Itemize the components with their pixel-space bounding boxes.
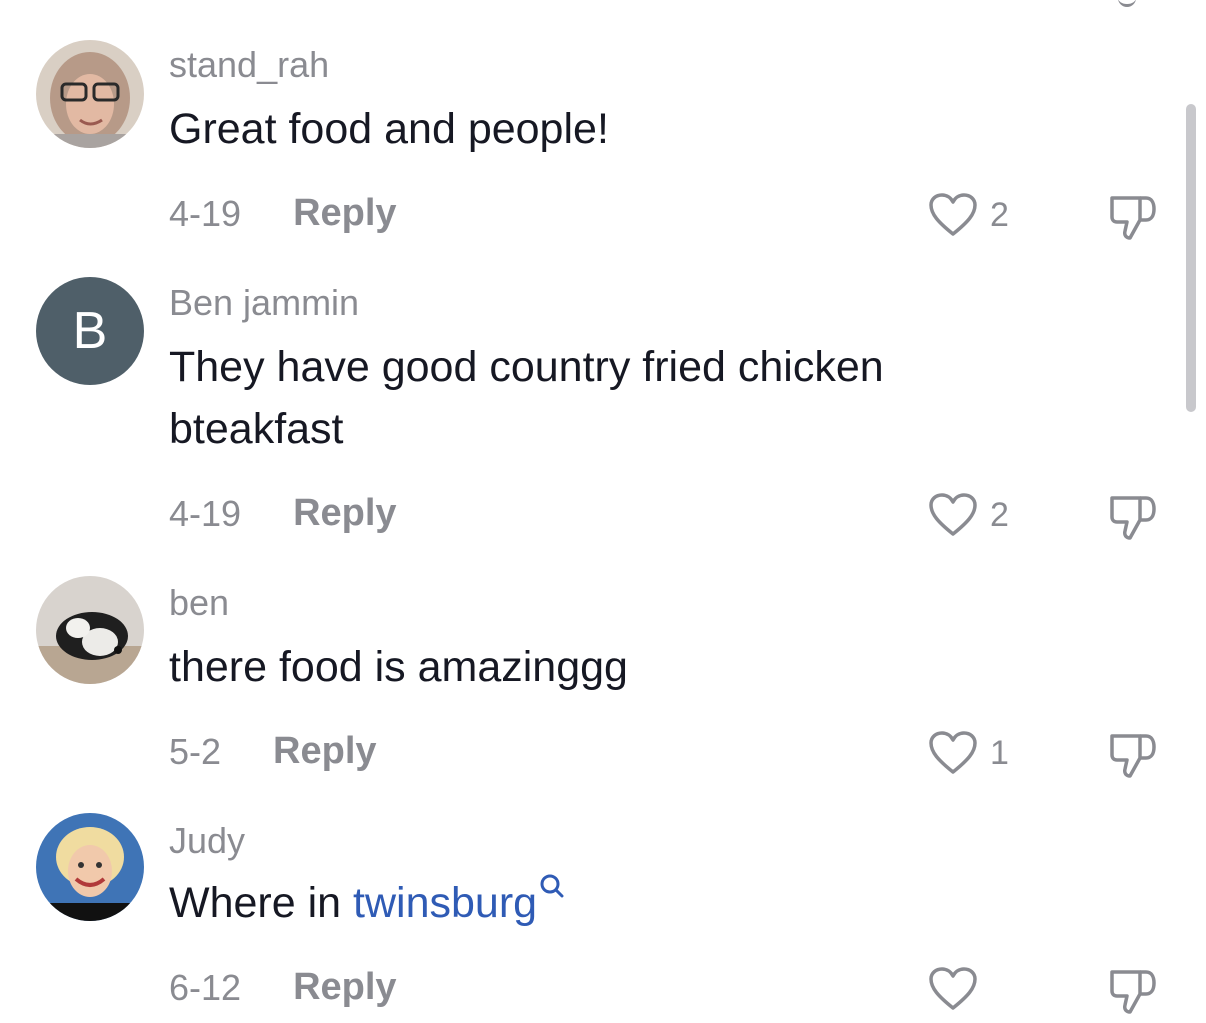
reply-button[interactable]: Reply: [273, 730, 376, 773]
dislike-button[interactable]: [1108, 730, 1158, 785]
search-icon[interactable]: [539, 872, 565, 902]
like-button[interactable]: 1: [928, 730, 1009, 776]
thumbs-down-icon: [1110, 734, 1156, 778]
dislike-button[interactable]: [1108, 966, 1158, 1021]
heart-icon: [929, 731, 977, 774]
comment-date: 6-12: [169, 966, 242, 1008]
comment-text-prefix: Where in: [169, 879, 354, 927]
comment-username[interactable]: ben: [169, 582, 229, 624]
dislike-button[interactable]: [1108, 192, 1158, 247]
comment-text: Where in twinsburg: [169, 872, 1069, 934]
comment-text: there food is amazinggg: [169, 643, 628, 691]
thumbs-down-icon: [1110, 970, 1156, 1014]
reply-button[interactable]: Reply: [293, 966, 396, 1009]
comment-date: 5-2: [169, 730, 222, 772]
comment-meta: 4-19 Reply: [169, 192, 397, 235]
like-button[interactable]: 2: [928, 192, 1009, 238]
comment-username[interactable]: Ben jammin: [169, 282, 359, 324]
avatar-letter: B: [72, 302, 108, 360]
comment-username[interactable]: Judy: [169, 820, 245, 862]
heart-icon: [929, 493, 977, 536]
like-count: 2: [990, 495, 1009, 534]
avatar-ben[interactable]: [36, 576, 144, 684]
avatar-ben-jammin[interactable]: B: [36, 277, 144, 385]
scroll-top-indicator: [1118, 0, 1136, 7]
like-count: 2: [990, 195, 1009, 234]
comment-meta: 5-2 Reply: [169, 730, 377, 773]
like-count: 1: [990, 733, 1009, 772]
comment-meta: 6-12 Reply: [169, 966, 397, 1009]
comment-text: Great food and people!: [169, 105, 609, 153]
avatar-judy[interactable]: [36, 813, 144, 921]
hashtag-link[interactable]: twinsburg: [353, 879, 537, 927]
scrollbar[interactable]: [1186, 104, 1196, 412]
comment-text: They have good country fried chicken bte…: [169, 343, 884, 453]
reply-button[interactable]: Reply: [293, 492, 396, 535]
comment-date: 4-19: [169, 192, 242, 234]
heart-icon: [929, 967, 977, 1010]
comment-meta: 4-19 Reply: [169, 492, 397, 535]
thumbs-down-icon: [1110, 496, 1156, 540]
comment-date: 4-19: [169, 492, 242, 534]
comment-username[interactable]: stand_rah: [169, 44, 329, 86]
reply-button[interactable]: Reply: [293, 192, 396, 235]
heart-icon: [929, 193, 977, 236]
avatar-stand-rah[interactable]: [36, 40, 144, 148]
thumbs-down-icon: [1110, 196, 1156, 240]
like-button[interactable]: [928, 966, 990, 1012]
dislike-button[interactable]: [1108, 492, 1158, 547]
like-button[interactable]: 2: [928, 492, 1009, 538]
